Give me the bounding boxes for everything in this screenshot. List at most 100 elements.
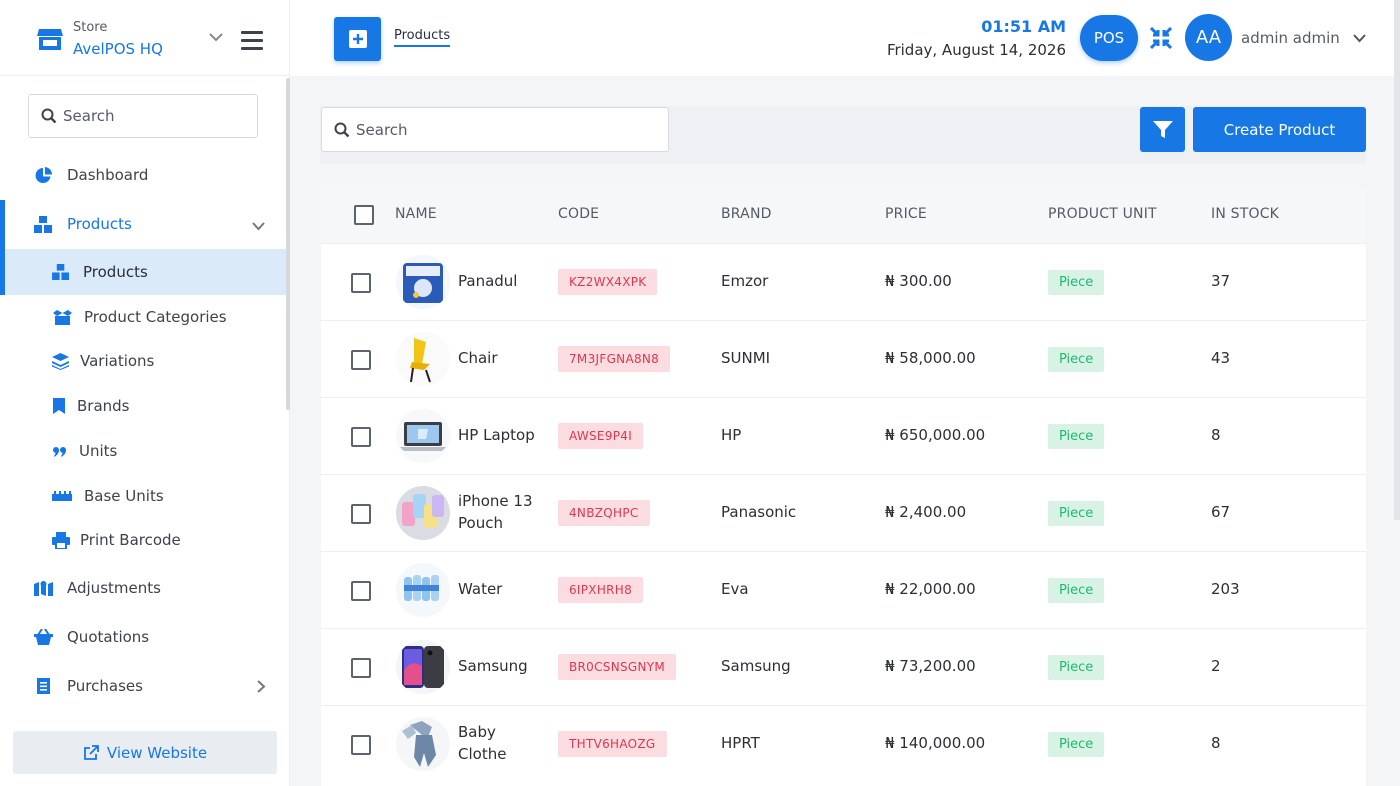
printer-icon <box>52 531 70 549</box>
table-row[interactable]: Samsung BR0CSNSGNYM Samsung ₦ 73,200.00 … <box>321 628 1366 705</box>
user-name[interactable]: admin admin <box>1241 29 1340 47</box>
column-header-product-unit[interactable]: PRODUCT UNIT <box>1048 206 1157 222</box>
sidebar-item-label: Units <box>79 442 118 460</box>
product-name: iPhone 13 Pouch <box>458 492 533 532</box>
sidebar-item-label: Variations <box>80 352 155 370</box>
row-checkbox[interactable] <box>351 350 371 370</box>
column-header-name[interactable]: NAME <box>395 206 437 222</box>
sidebar-item-label: Products <box>83 263 148 281</box>
sidebar-item-label: Base Units <box>84 487 164 505</box>
chevron-down-icon[interactable] <box>209 32 223 42</box>
select-all-checkbox[interactable] <box>354 205 374 225</box>
chevron-down-icon[interactable] <box>1353 34 1366 43</box>
price-cell: ₦ 650,000.00 <box>885 426 986 444</box>
column-header-brand[interactable]: BRAND <box>721 206 772 222</box>
sidebar-subitem-brands[interactable]: Brands <box>0 383 286 429</box>
sidebar-search-input[interactable] <box>63 105 243 127</box>
price-cell: ₦ 22,000.00 <box>885 580 976 598</box>
sidebar-item-label: Product Categories <box>84 308 227 326</box>
table-row[interactable]: Chair 7M3JFGNA8N8 SUNMI ₦ 58,000.00 Piec… <box>321 320 1366 397</box>
search-icon <box>41 108 57 124</box>
page-scrollbar[interactable] <box>1394 0 1400 520</box>
code-badge: AWSE9P4I <box>558 423 644 449</box>
quote-icon <box>53 446 66 457</box>
brand-cell: Samsung <box>721 657 791 675</box>
stock-cell: 8 <box>1211 734 1221 752</box>
product-image <box>396 563 450 617</box>
row-checkbox[interactable] <box>351 658 371 678</box>
cubes-icon <box>34 215 52 233</box>
sidebar-item-products[interactable]: Products <box>0 201 286 247</box>
brand-cell: HP <box>721 426 742 444</box>
sidebar-item-quotations[interactable]: Quotations <box>0 614 286 660</box>
code-badge: 6IPXHRH8 <box>558 577 644 603</box>
unit-badge: Piece <box>1048 732 1105 757</box>
avatar[interactable]: AA <box>1185 14 1232 61</box>
table-row[interactable]: Baby Clothe THTV6HAOZG HPRT ₦ 140,000.00… <box>321 705 1366 782</box>
product-name: HP Laptop <box>458 426 535 444</box>
product-image <box>396 332 450 386</box>
view-website-button[interactable]: View Website <box>13 731 277 774</box>
code-badge: 4NBZQHPC <box>558 500 650 526</box>
brand-cell: HPRT <box>721 734 760 752</box>
filter-button[interactable] <box>1140 107 1185 152</box>
table-row[interactable]: Water 6IPXHRH8 Eva ₦ 22,000.00 Piece 203 <box>321 551 1366 628</box>
store-name: AvelPOS HQ <box>73 40 163 58</box>
stock-cell: 43 <box>1211 349 1231 367</box>
top-bar: Products 01:51 AM Friday, August 14, 202… <box>290 0 1400 76</box>
column-header-in-stock[interactable]: IN STOCK <box>1211 206 1279 222</box>
sidebar-item-label: Purchases <box>67 677 143 695</box>
unit-badge: Piece <box>1048 424 1105 449</box>
view-website-label: View Website <box>106 743 208 762</box>
sidebar-subitem-base-units[interactable]: Base Units <box>0 473 286 519</box>
compress-icon[interactable] <box>1150 27 1172 49</box>
sidebar-subitem-variations[interactable]: Variations <box>0 338 286 384</box>
table-row[interactable]: iPhone 13 Pouch 4NBZQHPC Panasonic ₦ 2,4… <box>321 474 1366 551</box>
menu-toggle-icon[interactable] <box>241 31 263 51</box>
table-row[interactable]: HP Laptop AWSE9P4I HP ₦ 650,000.00 Piece… <box>321 397 1366 474</box>
sidebar-item-label: Adjustments <box>67 579 161 597</box>
brand-cell: SUNMI <box>721 349 771 367</box>
stock-cell: 8 <box>1211 426 1221 444</box>
filter-icon <box>1152 120 1173 138</box>
row-checkbox[interactable] <box>351 427 371 447</box>
row-checkbox[interactable] <box>351 735 371 755</box>
product-search[interactable] <box>321 107 669 152</box>
sidebar-scrollbar[interactable] <box>286 78 290 410</box>
product-image <box>396 409 450 463</box>
product-search-input[interactable] <box>356 119 646 141</box>
layers-icon <box>52 352 69 370</box>
store-label: Store <box>73 20 108 35</box>
basket-icon <box>34 629 53 645</box>
sidebar-subitem-product-categories[interactable]: Product Categories <box>0 294 286 340</box>
sidebar-item-label: Brands <box>77 397 130 415</box>
column-header-price[interactable]: PRICE <box>885 206 927 222</box>
pie-chart-icon <box>35 166 52 183</box>
search-icon <box>334 122 350 138</box>
table-row[interactable]: Panadul KZ2WX4XPK Emzor ₦ 300.00 Piece 3… <box>321 243 1366 320</box>
sidebar-item-adjustments[interactable]: Adjustments <box>0 565 286 611</box>
create-product-button[interactable]: Create Product <box>1193 107 1366 152</box>
row-checkbox[interactable] <box>351 581 371 601</box>
sidebar-subitem-units[interactable]: Units <box>0 428 286 474</box>
breadcrumb[interactable]: Products <box>394 28 451 47</box>
column-header-code[interactable]: CODE <box>558 206 599 222</box>
stock-cell: 67 <box>1211 503 1231 521</box>
sidebar-item-dashboard[interactable]: Dashboard <box>0 152 286 198</box>
map-icon <box>34 581 53 596</box>
sidebar-subitem-print-barcode[interactable]: Print Barcode <box>0 517 286 563</box>
brand-cell: Emzor <box>721 272 769 290</box>
sidebar-item-label: Quotations <box>67 628 150 646</box>
store-icon <box>37 29 63 50</box>
sidebar-item-purchases[interactable]: Purchases <box>0 663 286 709</box>
sidebar: Store AvelPOS HQ Dashboard Products Prod… <box>0 0 290 786</box>
pos-button[interactable]: POS <box>1080 15 1138 61</box>
row-checkbox[interactable] <box>351 273 371 293</box>
row-checkbox[interactable] <box>351 504 371 524</box>
add-button[interactable] <box>334 17 381 61</box>
sidebar-subitem-products[interactable]: Products <box>5 249 286 295</box>
price-cell: ₦ 300.00 <box>885 272 952 290</box>
receipt-icon <box>37 678 50 694</box>
sidebar-search[interactable] <box>28 94 258 138</box>
chevron-down-icon <box>252 222 265 231</box>
